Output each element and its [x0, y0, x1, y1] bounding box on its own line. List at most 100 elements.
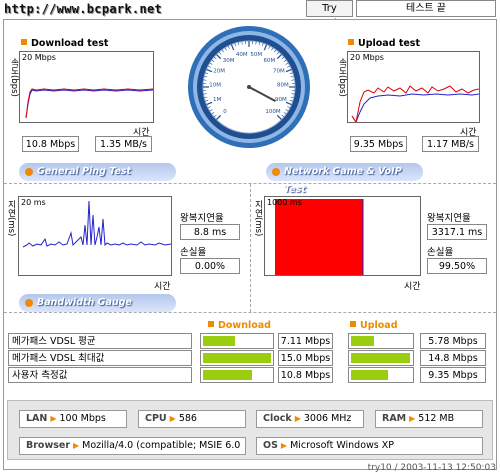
download-bar-value: 10.8 Mbps	[278, 367, 333, 383]
ping-xlabel: 시간	[154, 282, 171, 292]
gauge-tick-label: 70M	[273, 69, 285, 75]
download-bar-value: 15.0 Mbps	[278, 350, 333, 366]
download-title: Download test	[21, 38, 108, 49]
speed-gauge: 01M 10M 20M 30M40M 50M60M 70M 80M 90M 100M	[188, 26, 310, 148]
game-ylabel: 지연(ms)	[253, 200, 263, 237]
upload-bar-fill	[351, 353, 410, 363]
upload-bar-value: 9.35 Mbps	[420, 367, 486, 383]
ping-graph: 20 ms	[18, 196, 172, 276]
orange-square-icon	[208, 321, 214, 327]
upload-plot	[351, 85, 479, 122]
upload-title: Upload test	[348, 38, 420, 49]
download-bar-fill	[203, 336, 235, 346]
upload-speed-mbps: 9.35 Mbps	[350, 136, 407, 152]
top-bar: http://www.bcpark.net Try again 테스트 끝	[0, 0, 500, 29]
lan-value: 100 Mbps	[59, 413, 106, 424]
upload-bar-value: 5.78 Mbps	[420, 333, 486, 349]
game-xlabel: 시간	[404, 282, 421, 292]
arrow-right-icon: ▶	[294, 414, 301, 423]
arrow-right-icon: ▶	[409, 414, 416, 423]
browser-value: Mozilla/4.0 (compatible; MSIE 6.0	[82, 440, 241, 451]
cpu-value: 586	[178, 413, 197, 424]
end-test-tab[interactable]: 테스트 끝	[356, 0, 496, 17]
bandwidth-gauge-banner: Bandwidth Gauge	[19, 294, 176, 312]
gauge-tick-label: 100M	[265, 109, 280, 115]
arrow-right-icon: ▶	[73, 441, 80, 450]
cpu-info: CPU ▶ 586	[138, 410, 246, 428]
arrow-right-icon: ▶	[50, 414, 57, 423]
gauge-tick-label: 20M	[213, 69, 225, 75]
ram-label: RAM	[382, 413, 407, 424]
ping-delay-value: 8.8 ms	[180, 224, 240, 240]
gauge-tick-label: 0	[223, 109, 227, 115]
ping-loss-value: 0.00%	[180, 258, 240, 274]
bandwidth-row-label: 사용자 측정값	[8, 367, 192, 383]
game-graph: 1000 ms	[264, 196, 421, 276]
download-graph: 20 Mbps	[19, 51, 154, 123]
gauge-tick-label: 50M	[250, 52, 262, 58]
download-bar	[200, 350, 274, 366]
gauge-tick-label: 80M	[277, 83, 289, 89]
os-info: OS ▶ Microsoft Windows XP	[256, 437, 483, 455]
gauge-tick-label: 40M	[236, 52, 248, 58]
upload-bar-value: 14.8 Mbps	[420, 350, 486, 366]
bandwidth-download-header: Download	[208, 320, 271, 331]
try-again-button[interactable]: Try again	[306, 0, 353, 29]
upload-bar-fill	[351, 370, 388, 380]
orange-square-icon	[350, 321, 356, 327]
game-loss-label: 손실율	[427, 247, 454, 258]
gauge-tick-label: 10M	[209, 83, 221, 89]
upload-bar	[348, 350, 414, 366]
browser-label: Browser	[26, 440, 71, 451]
divider	[250, 184, 251, 312]
bandwidth-row-label: 메가패스 VDSL 최대값	[8, 350, 192, 366]
network-game-voip-banner: Network Game & VoIP Test	[266, 163, 423, 195]
browser-info: Browser ▶ Mozilla/4.0 (compatible; MSIE 6.…	[19, 437, 246, 455]
ping-delay-label: 왕복지연율	[180, 213, 224, 224]
upload-graph: 20 Mbps	[347, 51, 480, 123]
upload-bar	[348, 333, 414, 349]
orange-square-icon	[21, 39, 27, 45]
download-bar-value: 7.11 Mbps	[278, 333, 333, 349]
ping-ylabel: 지연(ms)	[6, 200, 16, 237]
clock-label: Clock	[263, 413, 292, 424]
download-speed-mbs: 1.35 MB/s	[95, 136, 152, 152]
os-label: OS	[263, 440, 278, 451]
site-url[interactable]: http://www.bcpark.net	[4, 2, 162, 16]
download-bar	[200, 333, 274, 349]
download-plot	[25, 88, 153, 119]
arrow-right-icon: ▶	[169, 414, 176, 423]
bandwidth-row-label: 메가패스 VDSL 평균	[8, 333, 192, 349]
gauge-tick-label: 30M	[223, 58, 235, 64]
clock-value: 3006 MHz	[303, 413, 352, 424]
footer-timestamp: try10 / 2003-11-13 12:50:03	[367, 463, 496, 473]
gauge-tick-label: 1M	[213, 97, 221, 103]
ping-loss-label: 손실율	[180, 247, 207, 258]
download-speed-mbps: 10.8 Mbps	[22, 136, 79, 152]
game-plot	[275, 199, 364, 275]
os-value: Microsoft Windows XP	[290, 440, 394, 451]
ram-info: RAM ▶ 512 MB	[375, 410, 483, 428]
ram-value: 512 MB	[418, 413, 455, 424]
download-bar-fill	[203, 353, 271, 363]
orange-square-icon	[348, 39, 354, 45]
gauge-tick-label: 60M	[264, 58, 276, 64]
game-delay-label: 왕복지연율	[427, 213, 471, 224]
upload-speed-mbs: 1.17 MB/s	[422, 136, 479, 152]
upload-bar	[348, 367, 414, 383]
general-ping-test-banner: General Ping Test	[19, 163, 176, 181]
game-delay-value: 3317.1 ms	[427, 224, 487, 240]
download-bar	[200, 367, 274, 383]
lan-info: LAN ▶ 100 Mbps	[19, 410, 127, 428]
arrow-right-icon: ▶	[280, 441, 288, 450]
lan-label: LAN	[26, 413, 48, 424]
game-loss-value: 99.50%	[427, 258, 487, 274]
cpu-label: CPU	[145, 413, 167, 424]
game-scale: 1000 ms	[267, 198, 302, 207]
clock-info: Clock ▶ 3006 MHz	[256, 410, 364, 428]
divider	[4, 312, 496, 313]
bandwidth-upload-header: Upload	[350, 320, 398, 331]
ping-plot	[22, 200, 171, 248]
gauge-tick-label: 90M	[275, 97, 287, 103]
download-bar-fill	[203, 370, 252, 380]
